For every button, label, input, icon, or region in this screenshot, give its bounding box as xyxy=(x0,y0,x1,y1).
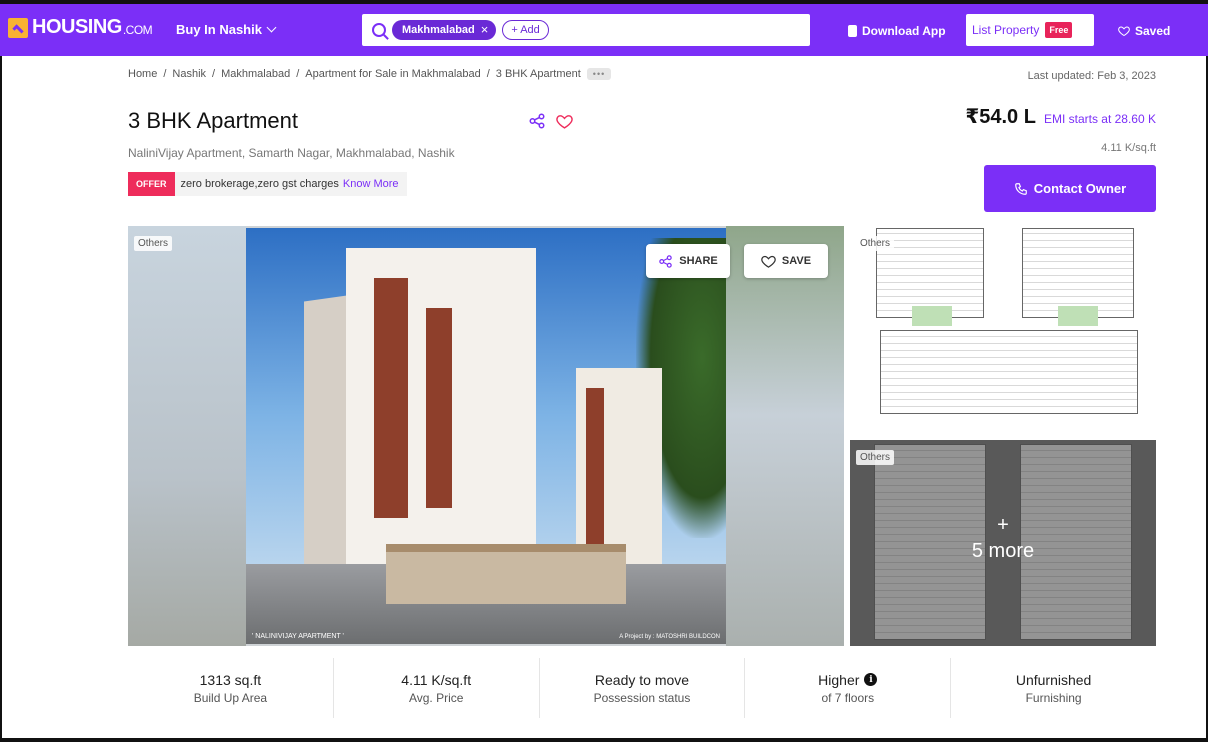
breadcrumb-city[interactable]: Nashik xyxy=(172,68,206,80)
offer-badge: OFFER xyxy=(128,172,175,196)
floorplan-lobby xyxy=(912,306,952,326)
title-actions xyxy=(528,112,573,130)
stat-value: 1313 sq.ft xyxy=(199,671,262,688)
saved-label: Saved xyxy=(1135,24,1171,38)
price-row: ₹54.0 L EMI starts at 28.60 K xyxy=(965,104,1156,129)
contact-owner-button[interactable]: Contact Owner xyxy=(984,165,1156,212)
property-stats: 1313 sq.ft Build Up Area 4.11 K/sq.ft Av… xyxy=(128,658,1156,718)
top-navbar: HOUSING .COM Buy In Nashik Makhmalabad ×… xyxy=(0,0,1208,56)
more-photos-count: 5 more xyxy=(971,540,1035,562)
floorplan-unit xyxy=(1022,228,1134,318)
photo-caption-left: ' NALINIVIJAY APARTMENT ' xyxy=(252,633,344,640)
save-label: SAVE xyxy=(781,255,812,267)
floorplan-parking xyxy=(880,330,1138,414)
floorplan-thumbnail[interactable]: Others xyxy=(850,226,1156,436)
shopfront xyxy=(386,544,626,604)
stat-value: Ready to move xyxy=(594,671,690,688)
photo-blur-left xyxy=(128,226,246,646)
emi-link[interactable]: EMI starts at 28.60 K xyxy=(1044,112,1156,126)
stat-label: Possession status xyxy=(593,690,691,705)
stat-value-row: Higher i xyxy=(818,671,878,688)
share-button[interactable]: SHARE xyxy=(646,244,730,278)
logo-text: HOUSING xyxy=(32,16,122,38)
listing-address: NaliniVijay Apartment, Samarth Nagar, Ma… xyxy=(128,146,455,160)
main-photo[interactable]: ' NALINIVIJAY APARTMENT ' A Project by :… xyxy=(128,226,844,646)
city-selector-label: Buy In Nashik xyxy=(176,22,262,37)
free-badge: Free xyxy=(1045,22,1073,38)
stat-area: 1313 sq.ft Build Up Area xyxy=(128,658,334,718)
share-icon[interactable] xyxy=(528,112,546,130)
heart-icon xyxy=(761,255,776,268)
search-icon xyxy=(372,23,386,37)
stat-value: Higher xyxy=(818,671,860,688)
breadcrumb-separator: / xyxy=(163,68,167,80)
heart-icon[interactable] xyxy=(556,113,573,130)
heart-icon xyxy=(1118,26,1130,37)
price-per-sqft: 4.11 K/sq.ft xyxy=(1101,142,1156,154)
share-label: SHARE xyxy=(679,255,718,267)
stat-possession: Ready to move Possession status xyxy=(540,658,746,718)
chevron-down-icon xyxy=(266,22,277,33)
stat-avg-price: 4.11 K/sq.ft Avg. Price xyxy=(334,658,540,718)
stat-floor: Higher i of 7 floors xyxy=(745,658,952,718)
download-app-link[interactable]: Download App xyxy=(848,24,946,38)
info-icon[interactable]: i xyxy=(864,673,878,686)
photo-tag: Others xyxy=(856,450,895,465)
stat-value: Unfurnished xyxy=(1015,671,1092,688)
last-updated: Last updated: Feb 3, 2023 xyxy=(1027,70,1156,82)
know-more-link[interactable]: Know More xyxy=(343,178,399,190)
photo-tag: Others xyxy=(856,236,895,251)
stat-furnishing: Unfurnished Furnishing xyxy=(951,658,1156,718)
housing-logo[interactable]: HOUSING .COM xyxy=(8,16,153,39)
stat-value: 4.11 K/sq.ft xyxy=(401,671,472,688)
building-brown-strip xyxy=(374,278,408,518)
phone-call-icon xyxy=(1014,182,1027,195)
logo-roof-icon xyxy=(8,17,28,38)
breadcrumb-separator: / xyxy=(486,68,490,80)
listing-title: 3 BHK Apartment xyxy=(128,108,298,133)
city-selector[interactable]: Buy In Nashik xyxy=(176,22,277,37)
add-locality-button[interactable]: + Add xyxy=(502,20,549,40)
building-brown-strip xyxy=(426,308,452,508)
stat-label: of 7 floors xyxy=(821,690,875,705)
logo-suffix: .COM xyxy=(122,22,153,37)
breadcrumb-more-button[interactable]: ••• xyxy=(586,68,612,80)
stat-label: Build Up Area xyxy=(193,690,268,705)
breadcrumb-home[interactable]: Home xyxy=(128,68,157,80)
download-app-label: Download App xyxy=(862,24,946,38)
breadcrumb-locality[interactable]: Makhmalabad xyxy=(221,68,290,80)
locality-chip-label: Makhmalabad xyxy=(402,24,475,36)
listing-price: ₹54.0 L xyxy=(965,106,1036,128)
share-icon xyxy=(659,254,672,268)
breadcrumb-separator: / xyxy=(212,68,216,80)
search-bar[interactable]: Makhmalabad × + Add xyxy=(362,14,810,46)
locality-chip[interactable]: Makhmalabad × xyxy=(392,20,497,40)
close-icon[interactable]: × xyxy=(481,23,489,36)
phone-icon xyxy=(848,25,857,37)
contact-owner-label: Contact Owner xyxy=(1033,181,1127,196)
breadcrumb-current: 3 BHK Apartment xyxy=(495,68,581,80)
photo-caption-right: A Project by : MATOSHRI BUILDCON xyxy=(619,634,720,640)
save-button[interactable]: SAVE xyxy=(744,244,828,278)
saved-link[interactable]: Saved xyxy=(1118,24,1170,38)
plus-icon: + xyxy=(997,514,1009,536)
more-photos-thumbnail[interactable]: Others + 5 more xyxy=(850,440,1156,646)
building-brown-strip xyxy=(586,388,604,558)
stat-label: Furnishing xyxy=(1025,690,1082,705)
list-property-button[interactable]: List Property Free xyxy=(966,14,1094,46)
breadcrumb: Home / Nashik / Makhmalabad / Apartment … xyxy=(128,68,612,80)
more-photos-label: + 5 more xyxy=(850,512,1156,564)
offer-text: zero brokerage,zero gst charges xyxy=(180,178,339,190)
building-photo: ' NALINIVIJAY APARTMENT ' A Project by :… xyxy=(246,228,726,644)
breadcrumb-category[interactable]: Apartment for Sale in Makhmalabad xyxy=(305,68,480,80)
floorplan-lobby xyxy=(1058,306,1098,326)
stat-label: Avg. Price xyxy=(408,690,464,705)
photo-tag: Others xyxy=(134,236,173,251)
offer-banner: OFFER zero brokerage,zero gst charges Kn… xyxy=(128,172,407,196)
list-property-label: List Property xyxy=(972,23,1040,37)
breadcrumb-separator: / xyxy=(296,68,300,80)
page-bottom-border xyxy=(0,738,1208,742)
photo-blur-right xyxy=(726,226,844,646)
